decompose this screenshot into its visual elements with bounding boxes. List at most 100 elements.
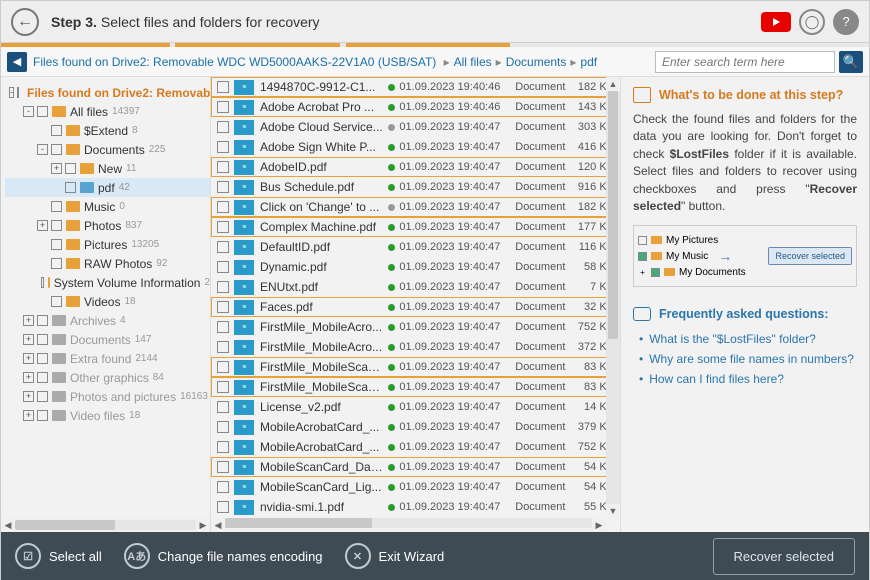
status-dot: [383, 500, 399, 514]
file-checkbox[interactable]: [217, 181, 229, 193]
exit-wizard-button[interactable]: ✕Exit Wizard: [345, 543, 445, 569]
recover-selected-button[interactable]: Recover selected: [713, 538, 855, 575]
file-row[interactable]: ≡Complex Machine.pdf01.09.2023 19:40:47D…: [211, 217, 620, 237]
tree-item[interactable]: $Extend8: [5, 121, 210, 140]
breadcrumb[interactable]: Files found on Drive2: Removable WDC WD5…: [33, 55, 597, 69]
file-checkbox[interactable]: [217, 261, 229, 273]
file-checkbox[interactable]: [217, 301, 229, 313]
tree-item[interactable]: +Photos and pictures16163: [5, 387, 210, 406]
file-row[interactable]: ≡Adobe Sign White P...01.09.2023 19:40:4…: [211, 137, 620, 157]
file-row[interactable]: ≡Bus Schedule.pdf01.09.2023 19:40:47Docu…: [211, 177, 620, 197]
file-name: Complex Machine.pdf: [260, 220, 383, 234]
tree-item[interactable]: +Documents147: [5, 330, 210, 349]
status-dot: [383, 440, 399, 454]
file-checkbox[interactable]: [217, 201, 229, 213]
pdf-icon: ≡: [234, 100, 254, 115]
file-row[interactable]: ≡1494870C-9912-C1...01.09.2023 19:40:46D…: [211, 77, 620, 97]
file-row[interactable]: ≡Adobe Cloud Service...01.09.2023 19:40:…: [211, 117, 620, 137]
file-row[interactable]: ≡ENUtxt.pdf01.09.2023 19:40:47Document7 …: [211, 277, 620, 297]
search-input[interactable]: [655, 51, 835, 73]
help-icon[interactable]: ?: [833, 9, 859, 35]
file-date: 01.09.2023 19:40:47: [399, 461, 515, 473]
tree-item[interactable]: Music0: [5, 197, 210, 216]
faq-link[interactable]: How can I find files here?: [639, 369, 857, 389]
status-dot: [383, 240, 399, 254]
tree-item[interactable]: -Documents225: [5, 140, 210, 159]
file-row[interactable]: ≡FirstMile_MobileScan...01.09.2023 19:40…: [211, 357, 620, 377]
tree-item[interactable]: +Extra found2144: [5, 349, 210, 368]
file-v-scrollbar[interactable]: ▲▼: [606, 77, 620, 518]
file-checkbox[interactable]: [217, 281, 229, 293]
file-checkbox[interactable]: [217, 421, 229, 433]
tree-item[interactable]: -Files found on Drive2: Removab: [5, 83, 210, 102]
file-checkbox[interactable]: [217, 381, 229, 393]
faq-link[interactable]: Why are some file names in numbers?: [639, 349, 857, 369]
select-all-button[interactable]: ☑Select all: [15, 543, 102, 569]
file-name: FirstMile_MobileScan...: [260, 360, 383, 374]
file-checkbox[interactable]: [217, 101, 229, 113]
file-row[interactable]: ≡MobileScanCard_Lig...01.09.2023 19:40:4…: [211, 477, 620, 497]
folder-tree[interactable]: -Files found on Drive2: Removab-All file…: [1, 77, 211, 532]
file-row[interactable]: ≡FirstMile_MobileAcro...01.09.2023 19:40…: [211, 337, 620, 357]
file-name: Adobe Sign White P...: [260, 140, 383, 154]
file-checkbox[interactable]: [217, 221, 229, 233]
file-date: 01.09.2023 19:40:47: [399, 281, 515, 293]
status-dot: [383, 100, 399, 114]
tree-item[interactable]: +Photos837: [5, 216, 210, 235]
file-row[interactable]: ≡AdobeID.pdf01.09.2023 19:40:47Document1…: [211, 157, 620, 177]
nav-back-icon[interactable]: ◀: [7, 52, 27, 72]
file-checkbox[interactable]: [217, 141, 229, 153]
pdf-icon: ≡: [234, 440, 254, 455]
file-type: Document: [515, 81, 572, 93]
back-button[interactable]: ←: [11, 8, 39, 36]
file-row[interactable]: ≡Adobe Acrobat Pro ...01.09.2023 19:40:4…: [211, 97, 620, 117]
file-row[interactable]: ≡MobileAcrobatCard_...01.09.2023 19:40:4…: [211, 417, 620, 437]
file-checkbox[interactable]: [217, 501, 229, 513]
file-row[interactable]: ≡FirstMile_MobileAcro...01.09.2023 19:40…: [211, 317, 620, 337]
faq-link[interactable]: What is the "$LostFiles" folder?: [639, 329, 857, 349]
file-checkbox[interactable]: [217, 81, 229, 93]
tree-item[interactable]: Pictures13205: [5, 235, 210, 254]
file-row[interactable]: ≡License_v2.pdf01.09.2023 19:40:47Docume…: [211, 397, 620, 417]
file-checkbox[interactable]: [217, 461, 229, 473]
help-panel: What's to be done at this step? Check th…: [621, 77, 869, 532]
file-type: Document: [515, 301, 572, 313]
file-checkbox[interactable]: [217, 241, 229, 253]
change-encoding-button[interactable]: AあChange file names encoding: [124, 543, 323, 569]
tree-item[interactable]: +Archives4: [5, 311, 210, 330]
tree-item[interactable]: +Other graphics84: [5, 368, 210, 387]
file-row[interactable]: ≡DefaultID.pdf01.09.2023 19:40:47Documen…: [211, 237, 620, 257]
tree-h-scrollbar[interactable]: ◀▶: [1, 518, 210, 532]
file-row[interactable]: ≡Click on 'Change' to ...01.09.2023 19:4…: [211, 197, 620, 217]
tree-item[interactable]: RAW Photos92: [5, 254, 210, 273]
tree-item[interactable]: +Video files18: [5, 406, 210, 425]
tree-item[interactable]: System Volume Information2: [5, 273, 210, 292]
tree-item[interactable]: +New11: [5, 159, 210, 178]
tree-item[interactable]: Videos18: [5, 292, 210, 311]
file-checkbox[interactable]: [217, 121, 229, 133]
file-name: MobileScanCard_Dar...: [260, 460, 383, 474]
file-row[interactable]: ≡FirstMile_MobileScan...01.09.2023 19:40…: [211, 377, 620, 397]
file-type: Document: [515, 121, 572, 133]
file-checkbox[interactable]: [217, 441, 229, 453]
file-checkbox[interactable]: [217, 161, 229, 173]
tree-item[interactable]: -All files14397: [5, 102, 210, 121]
file-checkbox[interactable]: [217, 361, 229, 373]
file-h-scrollbar[interactable]: ◀▶: [211, 518, 606, 532]
file-checkbox[interactable]: [217, 321, 229, 333]
file-row[interactable]: ≡Dynamic.pdf01.09.2023 19:40:47Document5…: [211, 257, 620, 277]
search-button[interactable]: 🔍: [839, 51, 863, 73]
file-row[interactable]: ≡nvidia-smi.1.pdf01.09.2023 19:40:47Docu…: [211, 497, 620, 517]
file-checkbox[interactable]: [217, 481, 229, 493]
youtube-icon[interactable]: [761, 12, 791, 32]
file-row[interactable]: ≡MobileAcrobatCard_...01.09.2023 19:40:4…: [211, 437, 620, 457]
file-checkbox[interactable]: [217, 341, 229, 353]
user-icon[interactable]: ◯: [799, 9, 825, 35]
file-type: Document: [515, 481, 572, 493]
file-row[interactable]: ≡MobileScanCard_Dar...01.09.2023 19:40:4…: [211, 457, 620, 477]
file-date: 01.09.2023 19:40:46: [399, 81, 515, 93]
file-date: 01.09.2023 19:40:47: [399, 501, 515, 513]
file-row[interactable]: ≡Faces.pdf01.09.2023 19:40:47Document32 …: [211, 297, 620, 317]
tree-item[interactable]: pdf42: [5, 178, 210, 197]
file-checkbox[interactable]: [217, 401, 229, 413]
